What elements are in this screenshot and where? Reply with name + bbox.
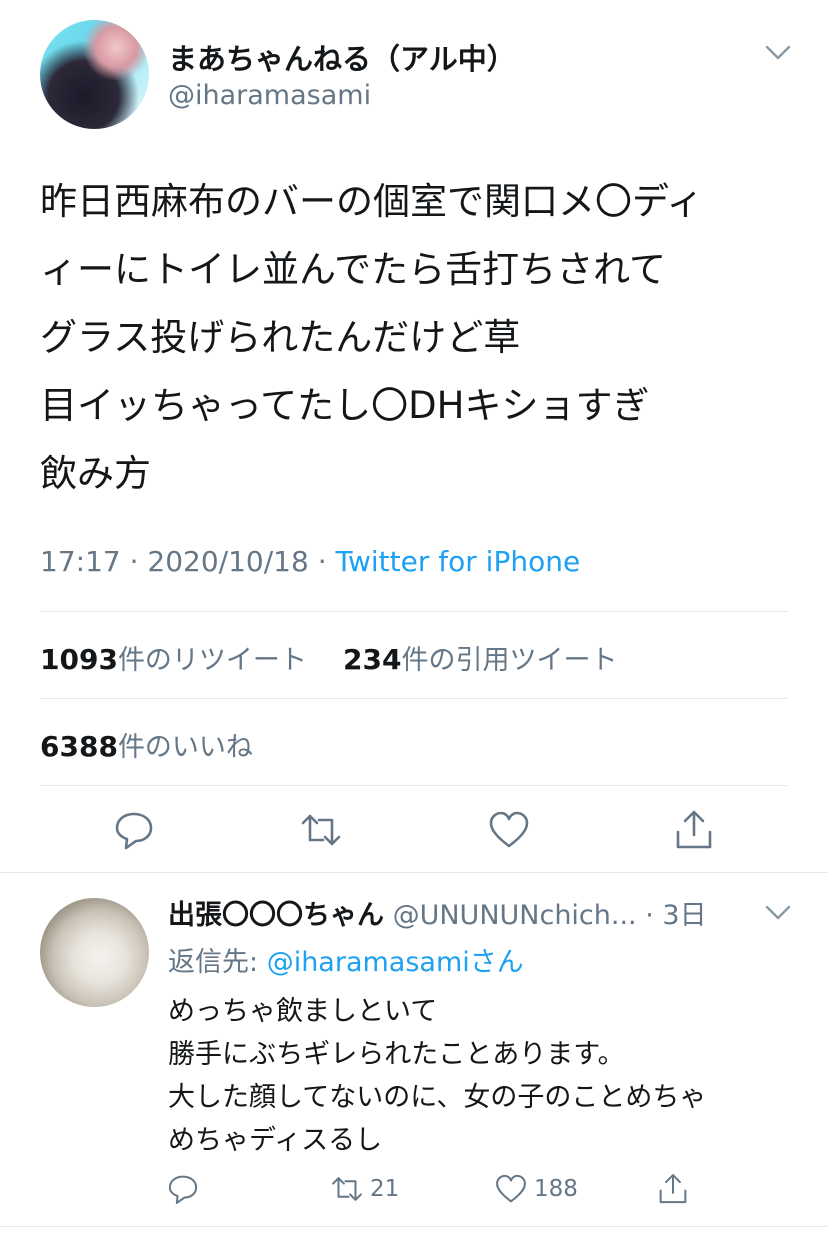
reply-age[interactable]: 3日 bbox=[662, 900, 706, 931]
quotes-label: 件の引用ツイート bbox=[401, 645, 618, 676]
reply-to-mention[interactable]: @iharamasami bbox=[267, 947, 470, 978]
author-display-name[interactable]: まあちゃんねる（アル中） bbox=[168, 36, 516, 78]
reply-display-name[interactable]: 出張〇〇〇ちゃん bbox=[168, 900, 384, 931]
likes-label: 件のいいね bbox=[117, 732, 253, 763]
tweet-source-link[interactable]: Twitter for iPhone bbox=[336, 545, 581, 578]
author-avatar[interactable] bbox=[40, 20, 149, 129]
meta-separator: · bbox=[129, 545, 148, 578]
reply-to-prefix: 返信先: bbox=[168, 947, 267, 978]
reply-retweet-button[interactable]: 21 bbox=[330, 1172, 399, 1206]
meta-separator: · bbox=[317, 545, 336, 578]
quotes-count: 234 bbox=[343, 643, 402, 676]
share-button[interactable] bbox=[672, 808, 716, 852]
tweet-text: 昨日西麻布のバーの個室で関口メ〇ディ ィーにトイレ並んでたら舌打ちされて グラス… bbox=[40, 180, 704, 495]
share-icon bbox=[676, 810, 712, 849]
comment-icon bbox=[168, 1175, 198, 1204]
retweet-stats[interactable]: 1093件のリツイート bbox=[40, 638, 307, 677]
reply-like-count: 188 bbox=[534, 1176, 578, 1202]
share-icon bbox=[659, 1174, 687, 1204]
divider bbox=[40, 611, 788, 612]
heart-icon bbox=[496, 1174, 526, 1203]
heart-icon bbox=[489, 811, 529, 848]
reply-to-line: 返信先: @iharamasamiさん bbox=[168, 940, 524, 979]
divider bbox=[40, 698, 788, 699]
chevron-down-icon[interactable] bbox=[765, 905, 791, 921]
reply-separator: · bbox=[645, 900, 654, 931]
divider bbox=[40, 785, 788, 786]
reply-header: 出張〇〇〇ちゃん @UNUNUNchich... · 3日 bbox=[168, 893, 707, 932]
section-divider bbox=[0, 1226, 828, 1227]
reply-text: めっちゃ飲ましといて 勝手にぶちギレられたことあります。 大した顔してないのに、… bbox=[168, 996, 707, 1156]
reply-like-button[interactable]: 188 bbox=[494, 1172, 578, 1206]
tweet-meta: 17:17 · 2020/10/18 · Twitter for iPhone bbox=[40, 545, 580, 578]
reply-share-button[interactable] bbox=[656, 1172, 690, 1206]
reply-button[interactable] bbox=[112, 808, 156, 852]
reply-retweet-count: 21 bbox=[370, 1176, 400, 1202]
quote-stats[interactable]: 234件の引用ツイート bbox=[343, 638, 617, 677]
section-divider bbox=[0, 872, 828, 873]
chevron-down-icon[interactable] bbox=[765, 45, 791, 61]
retweets-label: 件のリツイート bbox=[117, 645, 307, 676]
like-stats[interactable]: 6388件のいいね bbox=[40, 725, 253, 764]
tweet-date: 2020/10/18 bbox=[147, 545, 309, 578]
like-button[interactable] bbox=[487, 808, 531, 852]
reply-handle[interactable]: @UNUNUNchich... bbox=[393, 900, 637, 931]
reply-author-avatar[interactable] bbox=[40, 898, 149, 1007]
retweet-icon bbox=[301, 814, 341, 846]
author-handle[interactable]: @iharamasami bbox=[168, 80, 371, 111]
comment-icon bbox=[115, 812, 153, 850]
reply-reply-button[interactable] bbox=[166, 1172, 200, 1206]
likes-count: 6388 bbox=[40, 730, 118, 763]
tweet-time: 17:17 bbox=[40, 545, 121, 578]
retweets-count: 1093 bbox=[40, 643, 118, 676]
retweet-icon bbox=[332, 1177, 362, 1201]
reply-to-suffix: さん bbox=[469, 947, 524, 978]
retweet-button[interactable] bbox=[299, 808, 343, 852]
